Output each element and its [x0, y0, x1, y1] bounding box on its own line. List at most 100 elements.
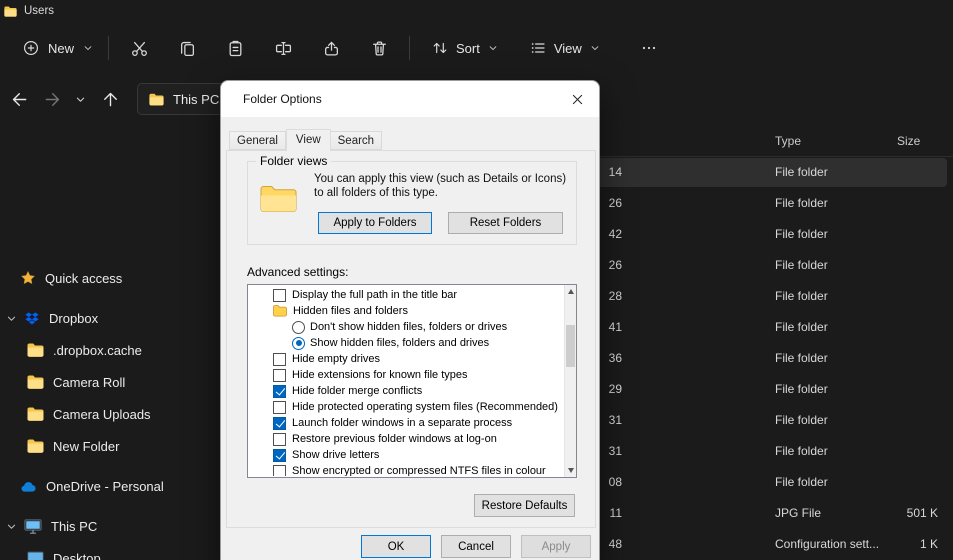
- radio-unselected[interactable]: [292, 321, 305, 334]
- recent-locations-chevron[interactable]: [69, 84, 91, 114]
- reset-folders-button[interactable]: Reset Folders: [448, 212, 563, 234]
- apply-button[interactable]: Apply: [521, 535, 591, 558]
- sidebar-item-this-pc[interactable]: This PC: [0, 511, 228, 541]
- checkbox-unchecked[interactable]: [273, 465, 286, 477]
- tab-view[interactable]: View: [286, 129, 331, 151]
- delete-button[interactable]: [359, 30, 399, 66]
- window-title: Users: [24, 5, 54, 17]
- sidebar-item-label: New Folder: [53, 439, 119, 454]
- close-icon[interactable]: [559, 84, 595, 114]
- setting-restore-previous-windows[interactable]: Restore previous folder windows at log-o…: [249, 431, 563, 447]
- sort-icon: [432, 40, 448, 56]
- setting-show-drive-letters[interactable]: Show drive letters: [249, 447, 563, 463]
- scroll-up-icon[interactable]: [565, 285, 576, 299]
- scrollbar-thumb[interactable]: [566, 325, 575, 367]
- chevron-down-icon: [590, 43, 600, 53]
- setting-hide-protected-os-files[interactable]: Hide protected operating system files (R…: [249, 399, 563, 415]
- chevron-down-icon[interactable]: [6, 313, 17, 324]
- sidebar-item-label: Quick access: [45, 271, 122, 286]
- cancel-button[interactable]: Cancel: [441, 535, 511, 558]
- rename-icon: [275, 40, 292, 57]
- folder-icon: [27, 343, 44, 357]
- view-label: View: [554, 41, 582, 56]
- scroll-down-icon[interactable]: [565, 463, 576, 477]
- setting-show-hidden[interactable]: Show hidden files, folders and drives: [249, 335, 563, 351]
- view-tab-panel: Folder views You can apply this view (su…: [226, 150, 596, 528]
- checkbox-unchecked[interactable]: [273, 353, 286, 366]
- folder-icon: [27, 439, 44, 453]
- dialog-tabs: General View Search: [229, 129, 382, 151]
- scrollbar[interactable]: [564, 285, 576, 477]
- ellipsis-icon: [641, 40, 657, 56]
- checkbox-checked[interactable]: [273, 449, 286, 462]
- folder-icon: [4, 6, 17, 17]
- sidebar-item-dropbox[interactable]: Dropbox: [0, 303, 228, 333]
- setting-hide-empty-drives[interactable]: Hide empty drives: [249, 351, 563, 367]
- new-button[interactable]: New: [10, 31, 106, 65]
- window-titlebar: Users: [0, 0, 953, 22]
- sidebar-item-label: This PC: [51, 519, 97, 534]
- share-icon: [323, 40, 340, 57]
- setting-launch-separate-process[interactable]: Launch folder windows in a separate proc…: [249, 415, 563, 431]
- sidebar-item-onedrive[interactable]: OneDrive - Personal: [0, 471, 228, 501]
- paste-button[interactable]: [215, 30, 255, 66]
- share-button[interactable]: [311, 30, 351, 66]
- column-header-type[interactable]: Type: [775, 134, 801, 148]
- view-icon: [530, 40, 546, 56]
- copy-icon: [179, 40, 196, 57]
- sidebar-item-camera-roll[interactable]: Camera Roll: [0, 367, 228, 397]
- sidebar-item-label: OneDrive - Personal: [46, 479, 164, 494]
- sidebar-item-quick-access[interactable]: Quick access: [0, 263, 228, 293]
- chevron-down-icon: [488, 43, 498, 53]
- column-header-size[interactable]: Size: [897, 134, 920, 148]
- sidebar-item-dropbox-cache[interactable]: .dropbox.cache: [0, 335, 228, 365]
- toolbar-separator: [108, 36, 109, 60]
- folder-views-description: You can apply this view (such as Details…: [314, 172, 572, 200]
- forward-button[interactable]: [37, 84, 67, 114]
- new-label: New: [48, 41, 74, 56]
- location-folder-icon: [149, 93, 164, 106]
- setting-hide-merge-conflicts[interactable]: Hide folder merge conflicts: [249, 383, 563, 399]
- sidebar-item-label: Desktop: [53, 551, 101, 560]
- up-button[interactable]: [95, 84, 125, 114]
- setting-group-hidden-files[interactable]: Hidden files and folders: [249, 303, 563, 319]
- tab-search[interactable]: Search: [331, 131, 382, 150]
- more-options-button[interactable]: [630, 30, 668, 66]
- checkbox-unchecked[interactable]: [273, 401, 286, 414]
- checkbox-unchecked[interactable]: [273, 289, 286, 302]
- advanced-settings-label: Advanced settings:: [247, 265, 348, 279]
- restore-defaults-button[interactable]: Restore Defaults: [474, 494, 575, 517]
- ok-button[interactable]: OK: [361, 535, 431, 558]
- tab-general[interactable]: General: [229, 131, 286, 150]
- setting-show-ntfs-colour[interactable]: Show encrypted or compressed NTFS files …: [249, 463, 563, 476]
- radio-selected[interactable]: [292, 337, 305, 350]
- sidebar-item-desktop[interactable]: Desktop: [0, 543, 228, 560]
- apply-to-folders-button[interactable]: Apply to Folders: [318, 212, 432, 234]
- chevron-down-icon[interactable]: [6, 521, 17, 532]
- sidebar-item-label: Dropbox: [49, 311, 98, 326]
- breadcrumb-this-pc[interactable]: This PC: [173, 92, 219, 107]
- copy-button[interactable]: [167, 30, 207, 66]
- paste-icon: [227, 40, 244, 57]
- star-icon: [20, 270, 36, 286]
- plus-circle-icon: [23, 40, 39, 56]
- checkbox-checked[interactable]: [273, 385, 286, 398]
- group-label: Folder views: [256, 154, 331, 168]
- checkbox-unchecked[interactable]: [273, 433, 286, 446]
- setting-hide-extensions[interactable]: Hide extensions for known file types: [249, 367, 563, 383]
- cut-button[interactable]: [119, 30, 159, 66]
- back-button[interactable]: [4, 84, 34, 114]
- sidebar-item-camera-uploads[interactable]: Camera Uploads: [0, 399, 228, 429]
- folder-icon: [27, 407, 44, 421]
- checkbox-unchecked[interactable]: [273, 369, 286, 382]
- advanced-settings-list[interactable]: Display the full path in the title bar H…: [247, 284, 577, 478]
- setting-dont-show-hidden[interactable]: Don't show hidden files, folders or driv…: [249, 319, 563, 335]
- view-button[interactable]: View: [518, 31, 612, 65]
- rename-button[interactable]: [263, 30, 303, 66]
- sidebar-item-new-folder[interactable]: New Folder: [0, 431, 228, 461]
- sort-button[interactable]: Sort: [420, 31, 510, 65]
- folder-views-icon: [260, 183, 297, 213]
- setting-display-full-path[interactable]: Display the full path in the title bar: [249, 287, 563, 303]
- checkbox-checked[interactable]: [273, 417, 286, 430]
- dialog-title: Folder Options: [243, 92, 322, 106]
